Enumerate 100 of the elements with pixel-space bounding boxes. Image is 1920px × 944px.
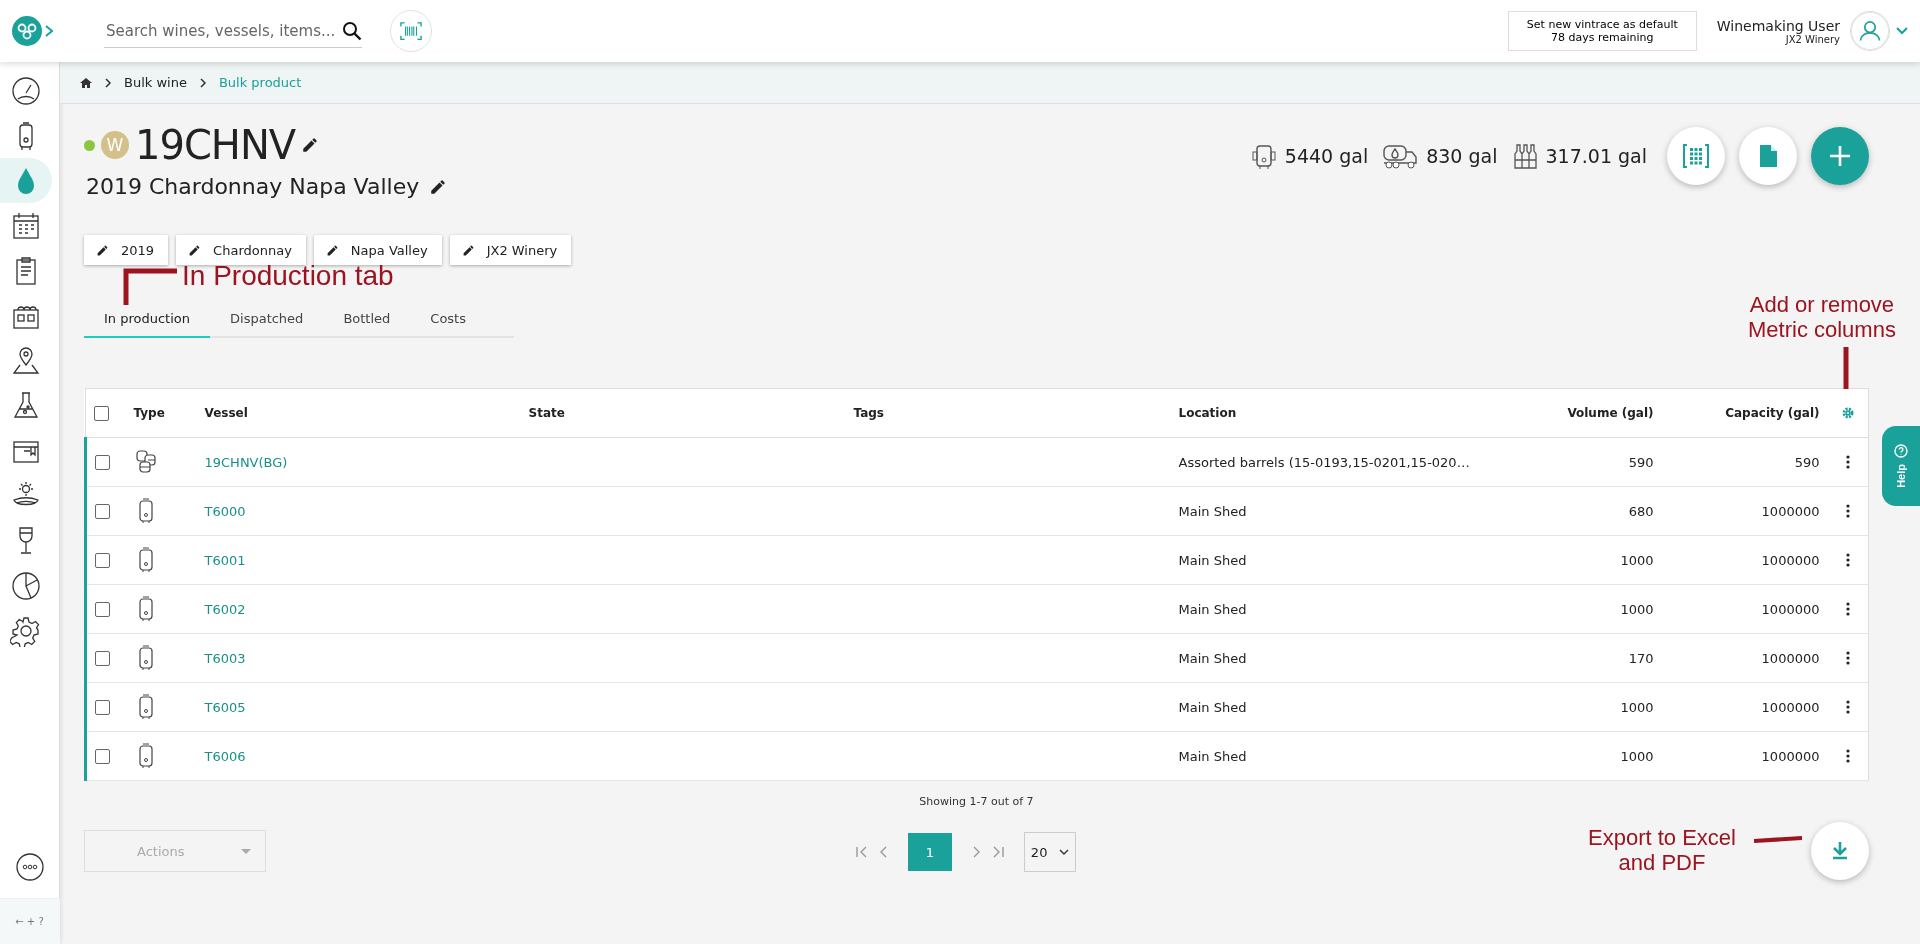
- attribute-chip[interactable]: 2019: [84, 235, 169, 265]
- column-header: Volume (gal): [1501, 388, 1662, 438]
- grid-button[interactable]: [1667, 127, 1725, 185]
- product-code: 19CHNV: [135, 122, 296, 168]
- document-button[interactable]: [1739, 127, 1797, 185]
- table-cell: 590: [1661, 437, 1828, 487]
- logo-icon[interactable]: [12, 16, 42, 46]
- scan-button[interactable]: [390, 10, 432, 52]
- vessel-link[interactable]: T6001: [204, 552, 246, 568]
- gauge-icon: [10, 74, 42, 107]
- tanker-truck-icon: [1382, 142, 1419, 170]
- row-checkbox[interactable]: [95, 699, 110, 715]
- vessel-link[interactable]: T6006: [204, 748, 246, 764]
- breadcrumb-item[interactable]: Bulk wine: [124, 75, 187, 90]
- edit-icon: [96, 243, 109, 257]
- leader-line: [122, 268, 178, 306]
- table-cell: 1000000: [1661, 633, 1828, 683]
- user-avatar-icon[interactable]: [1850, 11, 1890, 51]
- table-cell: 1000000: [1661, 535, 1828, 585]
- more-vertical-icon[interactable]: [1845, 504, 1850, 518]
- more-vertical-icon[interactable]: [1845, 651, 1850, 665]
- caret-icon: [241, 848, 251, 854]
- page-size-select[interactable]: 20: [1024, 832, 1076, 872]
- last-page-icon[interactable]: [992, 846, 1004, 858]
- edit-icon[interactable]: [301, 136, 320, 154]
- home-icon[interactable]: [80, 76, 92, 89]
- search-field[interactable]: Search wines, vessels, items...: [104, 14, 362, 48]
- tab[interactable]: Dispatched: [210, 311, 324, 338]
- attribute-chip[interactable]: Napa Valley: [313, 235, 442, 265]
- more-vertical-icon[interactable]: [1845, 602, 1850, 616]
- leader-line: [1754, 835, 1802, 844]
- edit-icon[interactable]: [429, 177, 448, 196]
- table-cell: Main Shed: [1170, 535, 1502, 585]
- table-cell: 170: [1501, 633, 1662, 683]
- annotation-text: In Production tab: [182, 262, 394, 290]
- download-button[interactable]: [1811, 822, 1869, 880]
- tab[interactable]: In production: [84, 311, 210, 338]
- row-checkbox[interactable]: [95, 650, 110, 666]
- table-cell: 1000: [1501, 731, 1662, 781]
- vessel-link[interactable]: T6005: [204, 699, 246, 715]
- map-pin-icon: [10, 344, 42, 377]
- table-cell: Main Shed: [1170, 486, 1502, 536]
- table-cell: 1000000: [1661, 584, 1828, 634]
- bottles-icon: [1511, 142, 1538, 170]
- annotation-text: Add or remove Metric columns: [1748, 292, 1896, 343]
- search-icon[interactable]: [342, 20, 362, 41]
- attribute-chip[interactable]: JX2 Winery: [449, 235, 572, 265]
- edit-icon: [461, 243, 475, 257]
- row-checkbox[interactable]: [95, 552, 110, 568]
- column-header: Tags: [845, 388, 1171, 438]
- column-header: Type: [125, 388, 197, 438]
- row-checkbox[interactable]: [95, 601, 110, 617]
- edit-icon: [188, 243, 202, 257]
- winery-name: JX2 Winery: [1785, 33, 1840, 45]
- vintrace-default-button[interactable]: Set new vintrace as default 78 days remaining: [1507, 11, 1697, 51]
- chevron-right-icon[interactable]: [44, 25, 54, 37]
- vessel-link[interactable]: 19CHNV(BG): [204, 454, 288, 470]
- vessel-link[interactable]: T6000: [204, 503, 246, 519]
- barcode-icon: [400, 21, 422, 41]
- user-name: Winemaking User: [1716, 17, 1840, 34]
- column-header: Vessel: [196, 388, 521, 438]
- annotation-text: Export to Excel and PDF: [1588, 825, 1736, 876]
- vessel-link[interactable]: T6003: [204, 650, 246, 666]
- plus-icon: [1827, 143, 1853, 169]
- more-vertical-icon[interactable]: [1845, 553, 1850, 567]
- product-name: 2019 Chardonnay Napa Valley: [86, 174, 420, 199]
- settings-icon: [10, 614, 42, 647]
- tab[interactable]: Costs: [410, 311, 486, 338]
- column-header: Capacity (gal): [1661, 388, 1828, 438]
- chevron-down-icon: [1059, 849, 1070, 855]
- select-all-checkbox[interactable]: [94, 405, 109, 421]
- table-cell: 1000: [1501, 682, 1662, 732]
- more-vertical-icon[interactable]: [1845, 455, 1850, 469]
- more-vertical-icon[interactable]: [1845, 749, 1850, 763]
- table-cell: Assorted barrels (15-0193,15-0201,15-020…: [1170, 437, 1502, 487]
- sidebar-footer-controls[interactable]: ← + ?: [0, 898, 60, 944]
- table-cell: Main Shed: [1170, 584, 1502, 634]
- table-cell: Main Shed: [1170, 731, 1502, 781]
- row-checkbox[interactable]: [95, 748, 110, 764]
- settings-icon[interactable]: [1841, 407, 1854, 419]
- more-vertical-icon[interactable]: [1845, 700, 1850, 714]
- attribute-chip[interactable]: Chardonnay: [176, 235, 306, 265]
- row-checkbox[interactable]: [95, 454, 110, 470]
- add-button[interactable]: [1811, 127, 1869, 185]
- tab[interactable]: Bottled: [323, 311, 411, 338]
- pie-chart-icon: [10, 569, 42, 602]
- vessel-link[interactable]: T6002: [204, 601, 246, 617]
- table-cell: 1000000: [1661, 731, 1828, 781]
- row-checkbox[interactable]: [95, 503, 110, 519]
- column-header: Location: [1170, 388, 1502, 438]
- table-cell: 1000000: [1661, 682, 1828, 732]
- table-cell: 590: [1501, 437, 1662, 487]
- chevron-down-icon[interactable]: [1896, 27, 1908, 35]
- more-icon[interactable]: [14, 852, 45, 882]
- volume-stat: 317.01 gal: [1545, 145, 1647, 167]
- breadcrumb-item: Bulk product: [218, 75, 302, 90]
- table-cell: Main Shed: [1170, 633, 1502, 683]
- first-page-icon[interactable]: [856, 846, 868, 858]
- volume-stat: 5440 gal: [1284, 145, 1369, 167]
- type-badge: W: [101, 131, 129, 159]
